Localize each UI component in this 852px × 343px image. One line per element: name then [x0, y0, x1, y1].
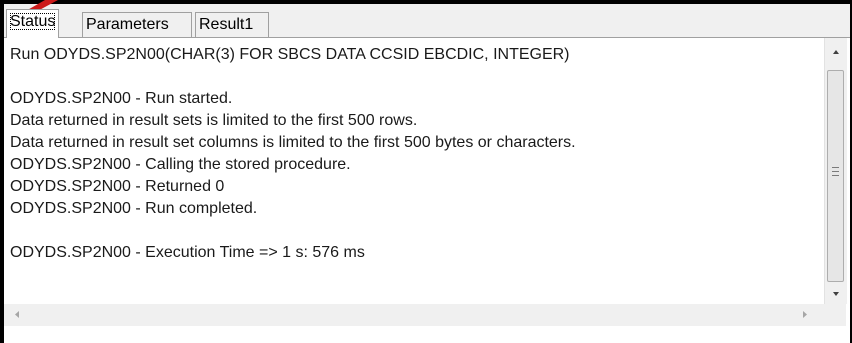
vertical-scrollbar[interactable] [824, 38, 847, 304]
triangle-up-icon [833, 50, 839, 54]
output-line: ODYDS.SP2N00 - Returned 0 [10, 178, 225, 195]
triangle-right-icon [803, 311, 807, 318]
output-pane: Run ODYDS.SP2N00(CHAR(3) FOR SBCS DATA C… [4, 38, 850, 343]
tab-parameters-label: Parameters [86, 16, 169, 33]
vertical-scroll-thumb[interactable] [827, 70, 844, 282]
output-line: ODYDS.SP2N00 - Calling the stored proced… [10, 156, 351, 173]
output-line: ODYDS.SP2N00 - Run started. [10, 90, 233, 107]
scroll-up-button[interactable] [825, 42, 847, 62]
triangle-left-icon [15, 311, 19, 318]
scrollbar-corner [824, 304, 846, 326]
window-top-border [0, 0, 852, 4]
output-line: Run ODYDS.SP2N00(CHAR(3) FOR SBCS DATA C… [10, 46, 570, 63]
triangle-down-icon [833, 292, 839, 296]
scroll-down-button[interactable] [825, 284, 847, 304]
tab-result1-label: Result1 [199, 16, 254, 33]
tab-result1[interactable]: Result1 [195, 12, 269, 37]
tab-parameters[interactable]: Parameters [82, 12, 192, 37]
grip-icon [832, 167, 839, 176]
output-line: Data returned in result sets is limited … [10, 112, 418, 129]
tab-bar: Status Parameters Result1 [4, 4, 850, 38]
tab-status[interactable]: Status [6, 9, 60, 38]
output-line: Data returned in result set columns is l… [10, 134, 576, 151]
scroll-right-button[interactable] [794, 304, 816, 326]
horizontal-scrollbar[interactable] [4, 304, 824, 326]
tab-status-label: Status [10, 13, 56, 30]
output-line: ODYDS.SP2N00 - Run completed. [10, 200, 258, 217]
status-panel: Status Parameters Result1 Run ODYDS.SP2N… [0, 0, 852, 343]
output-line: ODYDS.SP2N00 - Execution Time => 1 s: 57… [10, 244, 365, 261]
status-output-text[interactable]: Run ODYDS.SP2N00(CHAR(3) FOR SBCS DATA C… [10, 44, 822, 300]
window-left-border [0, 0, 4, 343]
scroll-left-button[interactable] [6, 304, 28, 326]
